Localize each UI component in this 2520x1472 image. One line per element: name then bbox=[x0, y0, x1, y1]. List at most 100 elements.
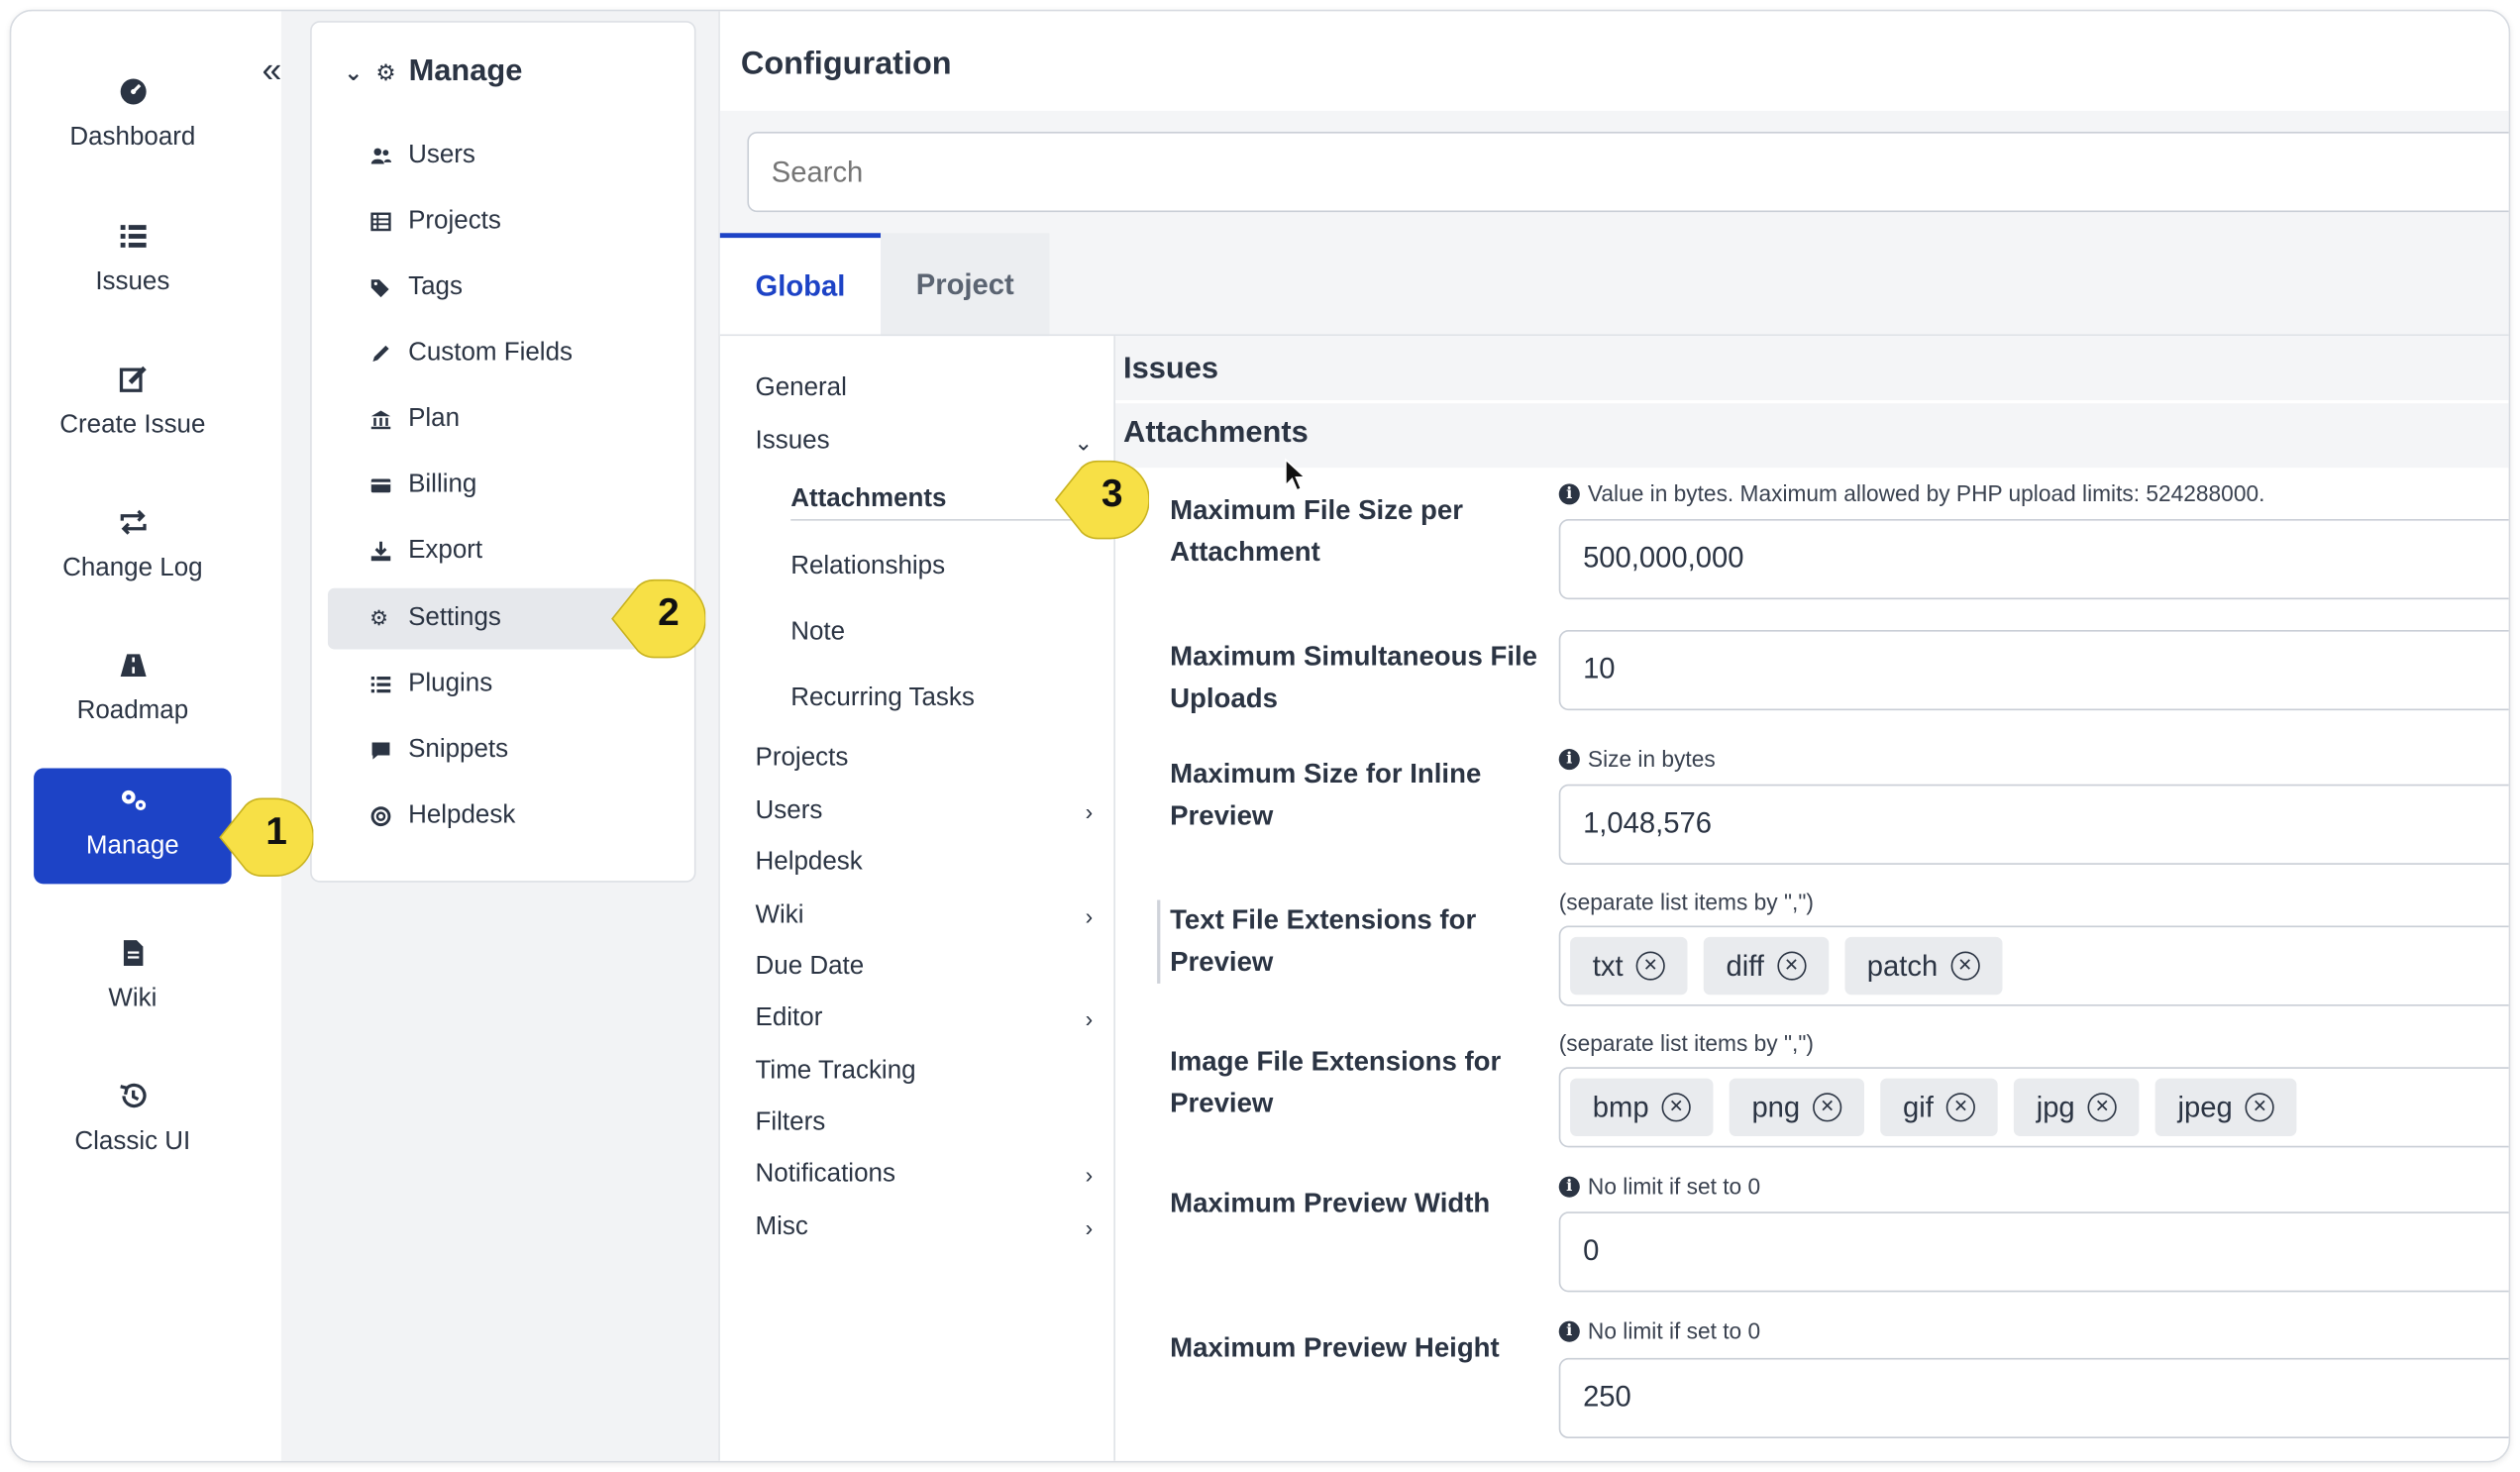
nav-issues[interactable]: Issues bbox=[34, 204, 232, 320]
image-extensions-input[interactable]: bmp ✕ png ✕ gif ✕ jpg ✕ jpeg ✕ bbox=[1558, 1067, 2509, 1148]
max-preview-width-hint: i No limit if set to 0 bbox=[1558, 1173, 1760, 1199]
tree-item-wiki[interactable]: Wiki › bbox=[756, 901, 1094, 930]
manage-item-export[interactable]: Export bbox=[328, 521, 682, 582]
tag-chip: jpg ✕ bbox=[2013, 1078, 2140, 1137]
remove-tag-icon[interactable]: ✕ bbox=[1813, 1093, 1842, 1122]
chevron-right-icon[interactable]: › bbox=[1086, 1162, 1094, 1188]
collapse-sidebar-icon[interactable]: « bbox=[262, 53, 281, 89]
remove-tag-icon[interactable]: ✕ bbox=[1661, 1093, 1691, 1122]
chevron-right-icon[interactable]: › bbox=[1086, 798, 1094, 824]
tree-item-note[interactable]: Note bbox=[790, 619, 1090, 648]
text-extensions-input[interactable]: txt ✕ diff ✕ patch ✕ bbox=[1558, 925, 2509, 1006]
search-input[interactable] bbox=[747, 132, 2509, 213]
max-preview-width-input[interactable]: 0 bbox=[1558, 1211, 2509, 1293]
tree-item-label: General bbox=[755, 374, 847, 402]
pencil-icon bbox=[369, 343, 392, 366]
max-preview-height-label: Maximum Preview Height bbox=[1170, 1331, 1500, 1363]
manage-item-tags[interactable]: Tags bbox=[328, 258, 682, 319]
tree-item-label: Helpdesk bbox=[755, 848, 863, 877]
max-uploads-input[interactable]: 10 bbox=[1558, 629, 2509, 711]
manage-item-snippets[interactable]: Snippets bbox=[328, 720, 682, 782]
chevron-down-icon[interactable]: ⌄ bbox=[1074, 428, 1093, 456]
manage-item-plan[interactable]: Plan bbox=[328, 389, 682, 451]
callout-badge: 1 bbox=[217, 795, 314, 878]
remove-tag-icon[interactable]: ✕ bbox=[1635, 951, 1665, 981]
tree-item-helpdesk[interactable]: Helpdesk bbox=[756, 849, 1094, 878]
tree-item-label: Time Tracking bbox=[755, 1057, 916, 1086]
tag-label: txt bbox=[1592, 949, 1624, 982]
tree-item-due-date[interactable]: Due Date bbox=[756, 953, 1094, 982]
chevron-right-icon[interactable]: › bbox=[1086, 903, 1094, 929]
tree-item-recurring-tasks[interactable]: Recurring Tasks bbox=[790, 684, 1090, 713]
max-preview-width-label: Maximum Preview Width bbox=[1170, 1187, 1491, 1218]
tree-item-time-tracking[interactable]: Time Tracking bbox=[756, 1058, 1094, 1087]
tag-chip: patch ✕ bbox=[1844, 936, 2003, 996]
info-icon: i bbox=[1558, 482, 1580, 504]
hint-text: Value in bytes. Maximum allowed by PHP u… bbox=[1587, 480, 2265, 507]
users-icon bbox=[369, 145, 392, 167]
tree-item-editor[interactable]: Editor › bbox=[756, 1004, 1094, 1033]
tree-item-general[interactable]: General bbox=[756, 374, 1094, 403]
tree-item-notifications[interactable]: Notifications › bbox=[756, 1160, 1094, 1189]
max-inline-size-input[interactable]: 1,048,576 bbox=[1558, 784, 2509, 865]
hint-text: No limit if set to 0 bbox=[1587, 1317, 1761, 1344]
remove-tag-icon[interactable]: ✕ bbox=[1776, 951, 1807, 981]
tag-chip: png ✕ bbox=[1729, 1078, 1865, 1137]
tree-item-projects[interactable]: Projects bbox=[756, 744, 1094, 773]
tree-item-misc[interactable]: Misc › bbox=[756, 1213, 1094, 1242]
max-file-size-input[interactable]: 500,000,000 bbox=[1558, 519, 2509, 600]
tree-item-label: Users bbox=[755, 796, 823, 825]
tree-item-attachments[interactable]: Attachments bbox=[790, 485, 1090, 514]
manage-item-helpdesk[interactable]: Helpdesk bbox=[328, 786, 682, 847]
manage-item-plugins[interactable]: Plugins bbox=[328, 654, 682, 715]
tree-item-label: Misc bbox=[755, 1212, 808, 1241]
manage-item-users[interactable]: Users bbox=[328, 126, 682, 187]
nav-dashboard[interactable]: Dashboard bbox=[34, 59, 232, 175]
tab-global[interactable]: Global bbox=[719, 233, 882, 337]
max-file-size-hint: i Value in bytes. Maximum allowed by PHP … bbox=[1558, 480, 2265, 507]
nav-roadmap[interactable]: Roadmap bbox=[34, 633, 232, 749]
app-window: « Dashboard Issues Create Issue Change L… bbox=[9, 9, 2511, 1463]
callout-number: 2 bbox=[658, 591, 680, 635]
tree-item-label: Note bbox=[790, 618, 846, 647]
active-item-underline bbox=[790, 519, 1097, 521]
image-extensions-label: Image File Extensions for Preview bbox=[1170, 1046, 1502, 1119]
remove-tag-icon[interactable]: ✕ bbox=[1945, 1093, 1976, 1122]
info-icon: i bbox=[1558, 748, 1580, 770]
manage-item-billing[interactable]: Billing bbox=[328, 455, 682, 516]
manage-item-label: Custom Fields bbox=[408, 339, 573, 367]
life-ring-icon bbox=[369, 805, 392, 828]
nav-change-log[interactable]: Change Log bbox=[34, 490, 232, 606]
chevron-right-icon[interactable]: › bbox=[1086, 1006, 1094, 1032]
chevron-right-icon[interactable]: › bbox=[1086, 1215, 1094, 1241]
gear-icon: ⚙ bbox=[369, 605, 389, 630]
section-heading-attachments: Attachments bbox=[1114, 403, 2509, 469]
tab-project[interactable]: Project bbox=[881, 233, 1050, 337]
credit-card-icon bbox=[369, 474, 392, 497]
tag-label: jpeg bbox=[2177, 1090, 2233, 1123]
manage-item-custom-fields[interactable]: Custom Fields bbox=[328, 323, 682, 384]
manage-menu-header[interactable]: ⌄ ⚙ Manage bbox=[344, 54, 522, 90]
tag-label: bmp bbox=[1592, 1090, 1649, 1123]
remove-tag-icon[interactable]: ✕ bbox=[1950, 951, 1980, 981]
max-preview-height-input[interactable]: 250 bbox=[1558, 1357, 2509, 1439]
text-extensions-label: Text File Extensions for Preview bbox=[1157, 899, 1526, 984]
callout-badge: 3 bbox=[1053, 458, 1150, 540]
configuration-panel: Configuration Global Project General Iss… bbox=[718, 11, 2509, 1461]
tree-item-relationships[interactable]: Relationships bbox=[790, 553, 1090, 581]
manage-item-projects[interactable]: Projects bbox=[328, 191, 682, 253]
nav-classic-ui[interactable]: Classic UI bbox=[34, 1064, 232, 1180]
nav-create-issue[interactable]: Create Issue bbox=[34, 347, 232, 463]
nav-manage[interactable]: Manage bbox=[34, 768, 232, 885]
nav-dashboard-label: Dashboard bbox=[69, 123, 196, 152]
tag-chip: txt ✕ bbox=[1570, 936, 1688, 996]
table-icon bbox=[369, 211, 392, 234]
max-file-size-label: Maximum File Size per Attachment bbox=[1170, 494, 1463, 568]
remove-tag-icon[interactable]: ✕ bbox=[2087, 1093, 2117, 1122]
manage-item-label: Helpdesk bbox=[408, 801, 516, 830]
tree-item-users[interactable]: Users › bbox=[756, 797, 1094, 826]
remove-tag-icon[interactable]: ✕ bbox=[2245, 1093, 2274, 1122]
tree-item-issues[interactable]: Issues ⌄ bbox=[756, 428, 1094, 457]
nav-wiki[interactable]: Wiki bbox=[34, 921, 232, 1037]
tree-item-filters[interactable]: Filters bbox=[756, 1108, 1094, 1137]
